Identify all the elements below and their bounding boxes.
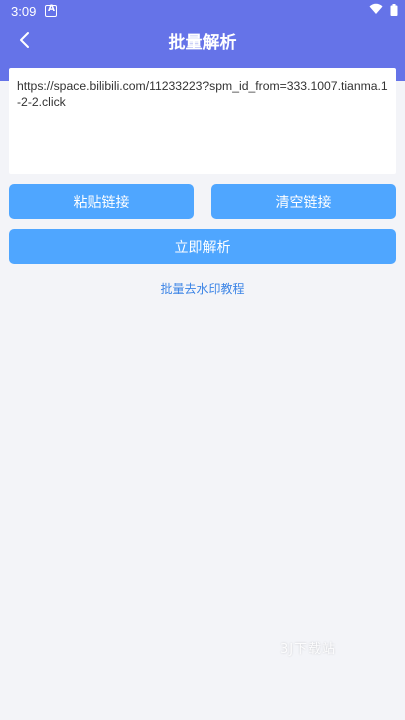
battery-icon xyxy=(390,4,398,19)
url-input[interactable]: https://space.bilibili.com/11233223?spm_… xyxy=(9,68,396,174)
clear-link-button[interactable]: 清空链接 xyxy=(211,184,396,219)
nav-bar: 批量解析 xyxy=(0,24,405,56)
notification-a-icon xyxy=(45,4,57,17)
site-watermark: 3J下载站 xyxy=(280,642,337,657)
wifi-icon xyxy=(369,3,383,18)
paste-link-button[interactable]: 粘贴链接 xyxy=(9,184,194,219)
status-time: 3:09 xyxy=(11,4,37,19)
tutorial-link[interactable]: 批量去水印教程 xyxy=(0,280,405,297)
status-bar: 3:09 xyxy=(0,0,405,24)
page-title: 批量解析 xyxy=(168,33,237,53)
parse-now-button[interactable]: 立即解析 xyxy=(9,229,396,264)
